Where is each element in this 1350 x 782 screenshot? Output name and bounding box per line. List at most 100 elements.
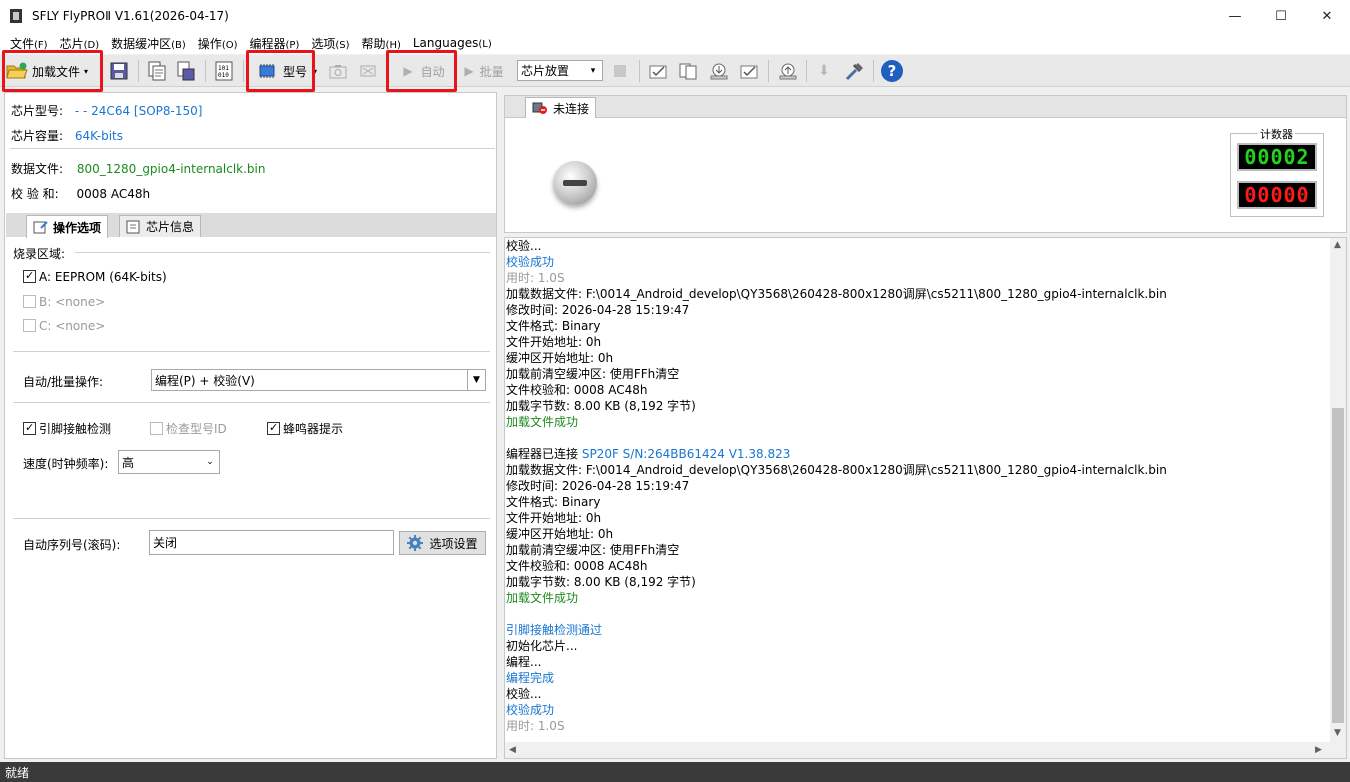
help-button[interactable]: ? [879,59,905,83]
log-content: 校验... 校验成功 用时: 1.0S 加载数据文件: F:\0014_Android… [506,238,1331,734]
binary-file-icon: 101010 [215,61,233,81]
serial-field[interactable]: 关闭 [149,530,394,555]
area-b-checkbox[interactable]: B: <none> [23,295,105,309]
eraser-icon [360,65,376,77]
pin-check-checkbox[interactable]: 引脚接触检测 [23,420,111,437]
menu-item-4[interactable]: 编程器(P) [244,35,306,52]
gear-icon [407,535,424,551]
speed-label: 速度(时钟频率): [23,457,109,471]
vertical-scrollbar[interactable]: ▲ ▼ [1330,238,1346,743]
log-line: 编程... [506,655,542,669]
chip-size-value: 64K-bits [74,129,123,143]
speed-select[interactable]: 高 ⌄ [118,450,220,474]
chip-place-select[interactable]: 芯片放置 ▾ [517,60,603,81]
window-title: SFLY FlyPROⅡ V1.61(2026-04-17) [32,9,229,23]
scroll-down-icon[interactable]: ▼ [1334,728,1341,738]
arrow-down-icon: ⬇ [818,63,830,79]
options-settings-button[interactable]: 选项设置 [399,531,486,555]
save-button[interactable] [108,59,130,83]
menu-item-6[interactable]: 帮助(H) [356,35,407,52]
maximize-button[interactable]: ☐ [1258,0,1304,32]
horizontal-scrollbar[interactable]: ◀ ▶ [505,742,1346,758]
status-text: 就绪 [5,765,30,780]
batch-button[interactable]: ▶ 批量 [458,59,510,83]
menu-item-5[interactable]: 选项(S) [305,35,355,52]
menu-item-1[interactable]: 芯片(D) [54,35,106,52]
check-icon [740,65,758,79]
highlight-box-1 [2,50,103,92]
close-button[interactable]: ✕ [1304,0,1350,32]
log-line: 加载文件成功 [506,415,579,429]
scroll-left-icon[interactable]: ◀ [509,745,516,755]
fast-forward-icon: ▶ [464,64,474,78]
log-line: 编程器已连接 SP20F S/N:264BB61424 V1.38.823 [506,447,791,461]
erase-button[interactable] [357,59,379,83]
minimize-button[interactable]: — [1212,0,1258,32]
camera-icon [329,65,347,79]
log-line: 加载字节数: 8.00 KB (8,192 字节) [506,399,696,413]
tab-chip-info[interactable]: 芯片信息 [119,215,202,237]
chip-info-icon [126,220,140,233]
svg-text:?: ? [888,62,897,80]
menu-item-0[interactable]: 文件(F) [4,35,54,52]
camera-button[interactable] [327,59,349,83]
log-line: 加载前清空缓冲区: 使用FFh清空 [506,543,680,557]
scroll-right-icon[interactable]: ▶ [1315,745,1322,755]
download-arrow-button[interactable]: ⬇ [813,59,835,83]
burn-area-label: 烧录区域: [13,247,66,261]
buffer-button[interactable]: 101 010 [213,59,235,83]
log-line: 文件开始地址: 0h [506,335,602,349]
area-a-checkbox[interactable]: A: EEPROM (64K-bits) [23,269,167,284]
copy-button[interactable] [677,59,699,83]
buzzer-checkbox[interactable]: 蜂鸣器提示 [267,420,343,437]
connection-panel: 未连接 计数器 00002 00000 [504,95,1347,233]
menu-item-2[interactable]: 数据缓冲区(B) [105,35,192,52]
help-icon: ? [881,60,903,82]
check-id-checkbox[interactable]: 检查型号ID [150,420,227,437]
tab-options[interactable]: 操作选项 [26,215,109,238]
menu-item-7[interactable]: Languages(L) [407,36,498,50]
toolbar: 加载文件 ▾ 101 010 型号 ▾ ▶ 自动 ▶ 批量 芯片放置 ▾ ⬇ ? [0,55,1350,87]
scroll-thumb[interactable] [1332,408,1344,723]
document-save-icon [177,61,195,81]
menu-item-3[interactable]: 操作(O) [192,35,244,52]
program-button[interactable] [647,59,669,83]
file-action-button-2[interactable] [175,59,197,83]
log-line: 编程完成 [506,671,555,685]
log-panel[interactable]: 校验... 校验成功 用时: 1.0S 加载数据文件: F:\0014_Android… [504,237,1347,759]
log-line: 文件校验和: 0008 AC48h [506,559,648,573]
checkbox-icon [23,319,36,332]
stop-button[interactable] [610,59,630,83]
disconnected-icon [532,102,547,114]
log-line: 加载前清空缓冲区: 使用FFh清空 [506,367,680,381]
data-file-row: 数据文件: 800_1280_gpio4-internalclk.bin [11,162,266,176]
upload-button[interactable] [776,59,800,83]
document-copy-icon [148,61,166,81]
title-bar: SFLY FlyPROⅡ V1.61(2026-04-17) — ☐ ✕ [0,0,1350,32]
tools-icon [845,63,863,81]
file-action-button-1[interactable] [146,59,168,83]
tab-connection[interactable]: 未连接 [525,97,597,118]
checkbox-icon [150,422,163,435]
chevron-down-icon: ▾ [590,65,596,76]
area-c-checkbox[interactable]: C: <none> [23,319,105,333]
log-line: 缓冲区开始地址: 0h [506,351,614,365]
checksum-value: 0008 AC48h [76,187,151,201]
connection-status-icon [553,161,597,205]
read-button[interactable] [707,59,731,83]
serial-label: 自动序列号(滚码): [23,538,121,552]
log-line: 引脚接触检测通过 [506,623,603,637]
auto-batch-label: 自动/批量操作: [23,375,104,389]
log-line: 用时: 1.0S [506,719,565,733]
log-line: 加载文件成功 [506,591,579,605]
scroll-up-icon[interactable]: ▲ [1334,240,1341,250]
log-line: 加载数据文件: F:\0014_Android_develop\QY3568\2… [506,463,1167,477]
chevron-down-icon: ⌄ [206,457,214,467]
auto-batch-select[interactable]: 编程(P) + 校验(V) ▼ [151,369,486,391]
menu-bar: 文件(F) 芯片(D) 数据缓冲区(B) 操作(O) 编程器(P) 选项(S) 帮助(H) L… [0,32,1350,54]
tools-button[interactable] [842,59,868,83]
log-line: 文件格式: Binary [506,495,601,509]
verify-button[interactable] [738,59,760,83]
upload-icon [779,63,797,80]
